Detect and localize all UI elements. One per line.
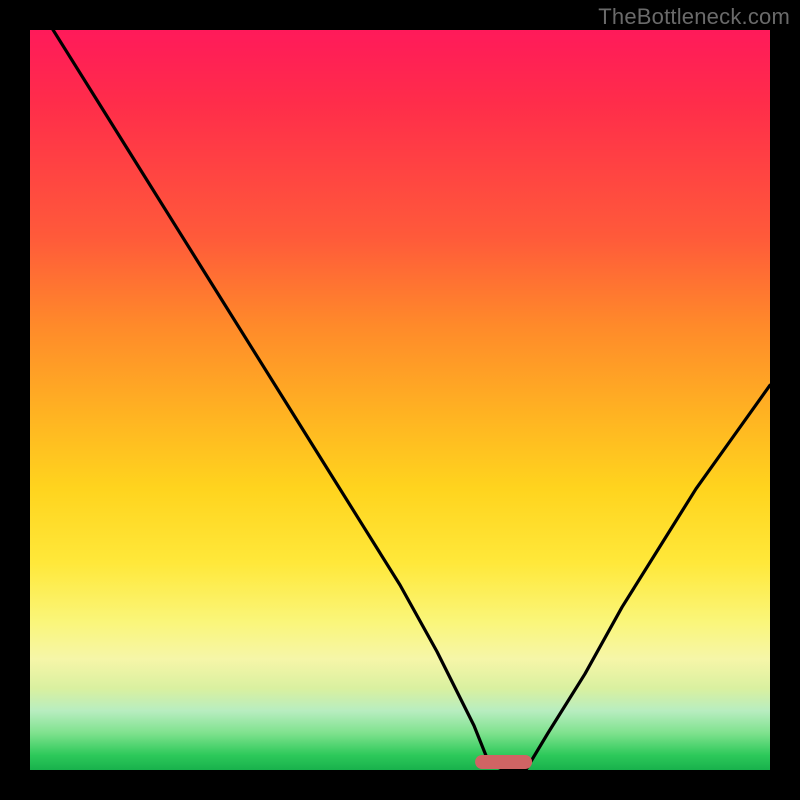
min-marker: [475, 755, 532, 769]
plot-area: [30, 30, 770, 770]
chart-svg: [30, 30, 770, 770]
watermark-text: TheBottleneck.com: [598, 4, 790, 30]
bottleneck-curve: [30, 0, 770, 770]
chart-frame: TheBottleneck.com: [0, 0, 800, 800]
